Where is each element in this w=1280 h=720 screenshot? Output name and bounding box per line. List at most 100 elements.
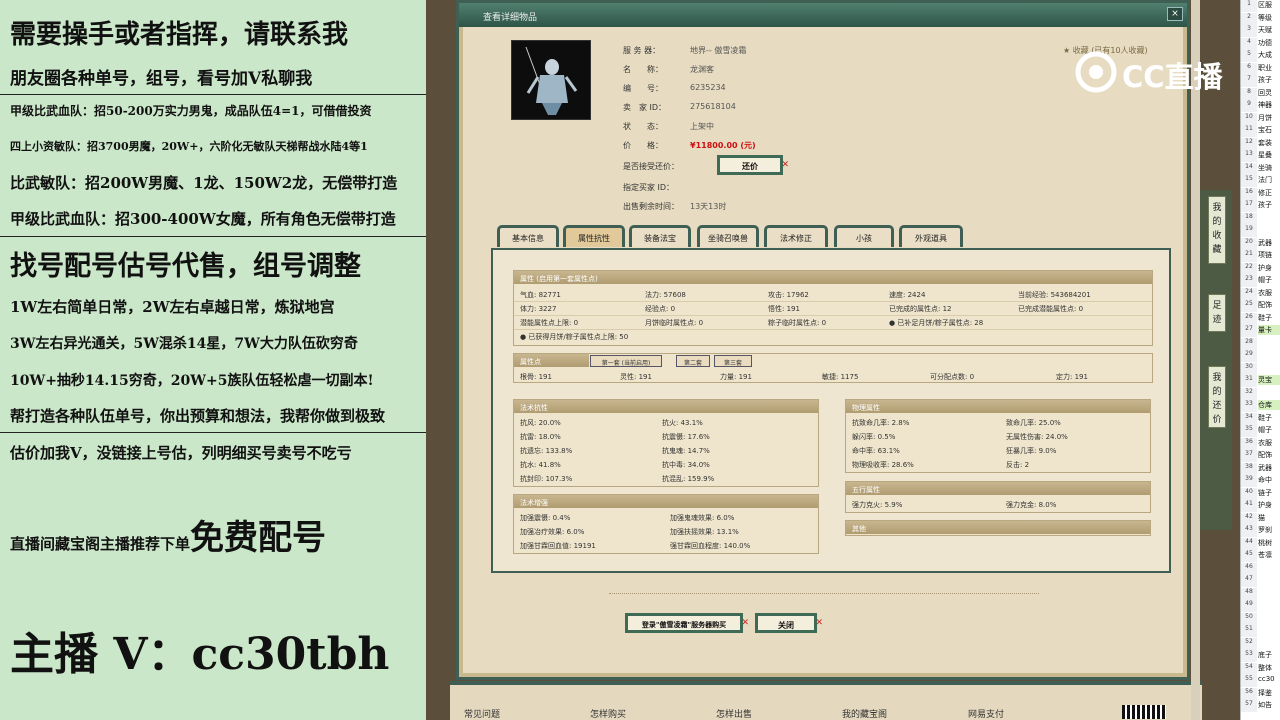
row-cell[interactable]: 大成 [1258, 50, 1280, 60]
attr-cell: 悟性: 191 [768, 305, 800, 313]
footer-link-how-to-sell[interactable]: 怎样出售 [716, 707, 752, 720]
row-cell[interactable]: 桃树 [1258, 538, 1280, 548]
side-tab-history[interactable]: 足迹 [1208, 294, 1226, 332]
row-cell[interactable]: 区服 [1258, 0, 1280, 10]
ad-line: 甲级比武血队：招50-200万实力男鬼，成品队伍4=1，可借借投资 [10, 104, 372, 118]
row-number: 51 [1241, 625, 1257, 637]
row-number: 39 [1241, 475, 1257, 487]
tab-basic-info[interactable]: 基本信息 [497, 225, 559, 247]
five-elements-section: 五行属性 强力克火: 5.9% 强力克金: 8.0% [845, 481, 1151, 513]
point-cell: 可分配点数: 0 [930, 373, 975, 381]
attr-cell: ● 已补足月饼/粽子属性点: 28 [889, 319, 984, 327]
subtab-set-3[interactable]: 第三套 [714, 355, 752, 367]
row-cell[interactable]: 链子 [1258, 488, 1280, 498]
resist-cell: 抗中毒: 34.0% [662, 461, 710, 469]
row-cell[interactable]: 仓库 [1258, 400, 1280, 410]
row-cell[interactable]: 帽子 [1258, 425, 1280, 435]
ad-line: 估价加我V，没链接上号估，列明细买号卖号不吃亏 [10, 444, 352, 462]
row-cell[interactable]: 鞋子 [1258, 413, 1280, 423]
row-cell[interactable]: 月饼 [1258, 113, 1280, 123]
row-cell[interactable]: 配饰 [1258, 300, 1280, 310]
row-cell[interactable]: 罗刹 [1258, 525, 1280, 535]
footer-link-how-to-buy[interactable]: 怎样购买 [590, 707, 626, 720]
row-cell[interactable]: 项链 [1258, 250, 1280, 260]
row-cell[interactable]: 孩子 [1258, 200, 1280, 210]
buy-on-server-button[interactable]: 登录"傲雪凌霜"服务器购买 ✕ [625, 613, 749, 633]
row-cell[interactable]: 衣服 [1258, 288, 1280, 298]
section-title: 法术增强 [514, 495, 818, 508]
cc-live-logo: CC直播 [1072, 50, 1238, 94]
resist-cell: 抗火: 43.1% [662, 419, 703, 427]
footer-link-netease-pay[interactable]: 网易支付 [968, 707, 1004, 720]
row-number: 19 [1241, 225, 1257, 237]
row-number: 26 [1241, 312, 1257, 325]
row-cell[interactable]: 猫 [1258, 513, 1280, 523]
row-cell[interactable]: cc30 [1258, 675, 1280, 683]
counter-offer-button[interactable]: 还价 ✕ [717, 155, 789, 175]
row-cell[interactable]: 配饰 [1258, 450, 1280, 460]
subtab-set-2[interactable]: 第二套 [676, 355, 710, 367]
attr-cell: 潜能属性点上限: 0 [520, 319, 579, 327]
row-cell[interactable]: 鞋子 [1258, 313, 1280, 323]
field-price: ¥11800.00 (元) [690, 141, 756, 150]
row-cell[interactable]: 命中 [1258, 475, 1280, 485]
row-number: 12 [1241, 137, 1257, 150]
side-tab-counter-offers[interactable]: 我的还价 [1208, 366, 1226, 428]
attr-cell: 气血: 82771 [520, 291, 561, 299]
row-number: 48 [1241, 587, 1257, 600]
row-cell[interactable]: 职业 [1258, 63, 1280, 73]
tab-mounts-pets[interactable]: 坐骑召唤兽 [697, 225, 759, 247]
dialog-close-button[interactable]: × [1167, 7, 1183, 21]
row-cell[interactable]: 宝石 [1258, 125, 1280, 135]
row-cell[interactable]: 衣服 [1258, 438, 1280, 448]
resist-cell: 抗混乱: 159.9% [662, 475, 715, 483]
footer-link-faq[interactable]: 常见问题 [464, 707, 500, 720]
row-cell[interactable]: 等级 [1258, 13, 1280, 23]
boost-cell: 加强冶疗效果: 6.0% [520, 528, 585, 536]
row-cell[interactable]: 护身 [1258, 263, 1280, 273]
row-cell[interactable]: 天赋 [1258, 25, 1280, 35]
row-number: 55 [1241, 675, 1257, 687]
tab-child[interactable]: 小孩 [834, 225, 894, 247]
tab-equipment[interactable]: 装备法宝 [629, 225, 691, 247]
row-cell[interactable]: 孩子 [1258, 75, 1280, 85]
subtab-set-1[interactable]: 第一套 (当前启用) [590, 355, 662, 367]
row-cell[interactable]: 帽子 [1258, 275, 1280, 285]
resist-section: 法术抗性 抗风: 20.0% 抗火: 43.1% 抗雷: 18.0% 抗震慑: … [513, 399, 819, 487]
row-cell[interactable]: 坐骑 [1258, 163, 1280, 173]
row-cell[interactable]: 如告 [1258, 700, 1280, 710]
tab-attributes[interactable]: 属性抗性 [563, 225, 625, 247]
attr-cell: 月饼临时属性点: 0 [645, 319, 704, 327]
row-cell[interactable]: 量卡 [1258, 325, 1280, 335]
row-cell[interactable]: 灵宝 [1258, 375, 1280, 385]
row-cell[interactable]: 择鉴 [1258, 688, 1280, 698]
row-cell[interactable]: 功德 [1258, 38, 1280, 48]
row-cell[interactable]: 星叠 [1258, 150, 1280, 160]
close-button[interactable]: 关闭 ✕ [755, 613, 823, 633]
row-cell[interactable]: 神器 [1258, 100, 1280, 110]
row-number: 45 [1241, 550, 1257, 562]
footer-link-my-cbg[interactable]: 我的藏宝阁 [842, 707, 887, 720]
row-cell[interactable]: 整体 [1258, 663, 1280, 673]
character-portrait [511, 40, 591, 120]
row-cell[interactable]: 法门 [1258, 175, 1280, 185]
tab-appearance[interactable]: 外观道具 [899, 225, 963, 247]
row-cell[interactable]: 修正 [1258, 188, 1280, 198]
row-number: 2 [1241, 12, 1257, 25]
row-number: 3 [1241, 25, 1257, 37]
row-cell[interactable]: 武器 [1258, 238, 1280, 248]
row-cell[interactable]: 套装 [1258, 138, 1280, 148]
row-cell[interactable]: 苍凛 [1258, 550, 1280, 560]
ad-promo-big: 免费配号 [190, 518, 327, 558]
row-cell[interactable]: 回灵 [1258, 88, 1280, 98]
row-cell[interactable]: 底子 [1258, 650, 1280, 660]
side-tab-favorites[interactable]: 我的收藏 [1208, 196, 1226, 264]
field-label: 编 号： [623, 84, 663, 93]
page-scrollbar[interactable] [1191, 0, 1200, 720]
row-number: 35 [1241, 425, 1257, 437]
row-cell[interactable]: 武器 [1258, 463, 1280, 473]
row-cell[interactable]: 护身 [1258, 500, 1280, 510]
tab-spell-correction[interactable]: 法术修正 [764, 225, 828, 247]
phys-cell: 致命几率: 25.0% [1006, 419, 1061, 427]
field-label: 名 称： [623, 65, 663, 74]
